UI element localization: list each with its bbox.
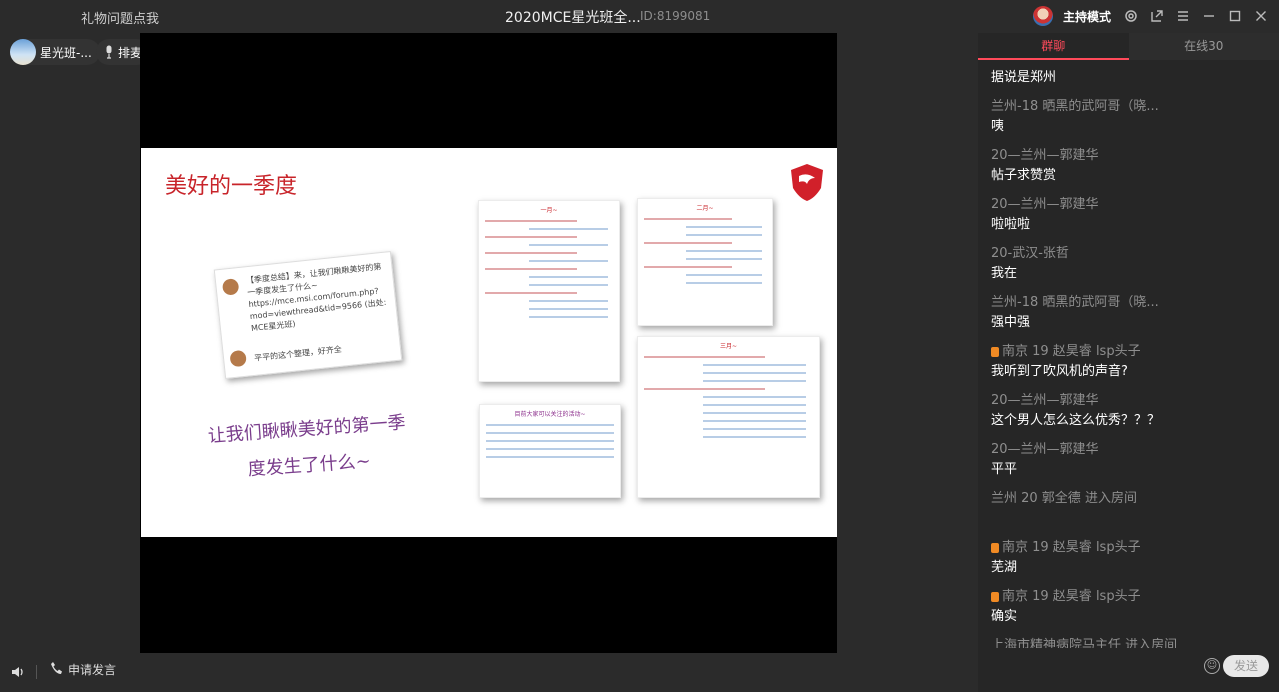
gift-help-link[interactable]: 礼物问题点我 (81, 8, 159, 27)
bear-icon (221, 278, 240, 296)
chat-message: 20—兰州—郭建华 帖子求赞赏 (991, 146, 1279, 195)
tab-online-users[interactable]: 在线30 (1128, 33, 1279, 60)
chat-text: 这个男人怎么这么优秀？？？ (991, 413, 1161, 428)
chat-username[interactable]: 兰州-18 晒黑的武阿哥（晓... (991, 97, 1279, 117)
chat-message: 20—兰州—郭建华 这个男人怎么这么优秀？？？ (991, 391, 1279, 440)
apply-to-speak-button[interactable]: 申请发言 (50, 661, 116, 678)
chat-message: 兰州-18 晒黑的武阿哥（晓... 强中强 (991, 293, 1279, 342)
chat-text: 我听到了吹风机的声音? (991, 364, 1128, 379)
chat-input-area: ☺ 发送 (978, 648, 1279, 692)
slide-title: 美好的一季度 (165, 174, 298, 199)
apply-to-speak-label: 申请发言 (68, 663, 117, 677)
system-notice: 上海市精神病院马主任 进入房间 (991, 638, 1178, 648)
chat-text: 咦 (991, 119, 1005, 134)
card-title: 一月~ (540, 207, 558, 214)
card-title: 目前大家可以关注的活动~ (514, 411, 586, 418)
window-controls: 主持模式 (1032, 4, 1269, 28)
volume-icon[interactable] (10, 664, 26, 684)
settings-icon[interactable] (1123, 8, 1139, 24)
chat-message: 南京 19 赵昊睿 lsp头子 我听到了吹风机的声音? (991, 342, 1279, 391)
chat-message: 兰州-18 晒黑的武阿哥（晓... 咦 (991, 97, 1279, 146)
popout-icon[interactable] (1149, 8, 1165, 24)
bear-icon (229, 349, 247, 368)
chat-text: 芜湖 (991, 560, 1018, 575)
chat-username[interactable]: 20—兰州—郭建华 (991, 440, 1279, 460)
month-card-march: 三月~ (637, 336, 820, 498)
chat-text: 帖子求赞赏 (991, 168, 1057, 183)
emoji-icon[interactable]: ☺ (1204, 658, 1220, 674)
chat-username[interactable]: 南京 19 赵昊睿 lsp头子 (1002, 589, 1141, 604)
minimize-icon[interactable] (1201, 8, 1217, 24)
chat-message: 20—兰州—郭建华 平平 (991, 440, 1279, 489)
note-text: 【季度总结】来，让我们瞅瞅美好的第一季度发生了什么~ https://mce.m… (245, 262, 387, 333)
host-avatar[interactable] (1032, 6, 1053, 26)
chat-message: 南京 19 赵昊睿 lsp头子 确实 (991, 587, 1279, 636)
medal-icon (991, 591, 999, 602)
chat-text: 平平 (991, 462, 1018, 477)
chat-text: 确实 (991, 609, 1018, 624)
medal-icon (991, 542, 999, 553)
send-button[interactable]: 发送 (1223, 655, 1269, 677)
chat-username[interactable]: 兰州-18 晒黑的武阿哥（晓... (991, 293, 1279, 313)
tab-group-chat[interactable]: 群聊 (978, 33, 1129, 60)
close-icon[interactable] (1253, 8, 1269, 24)
shared-slide: 美好的一季度 【季度总结】来，让我们瞅瞅美好的第一季度发生了什么~ https:… (141, 148, 837, 537)
chat-message: 20-武汉-张哲 我在 (991, 244, 1279, 293)
chat-username[interactable]: 20-武汉-张哲 (991, 244, 1279, 264)
medal-icon (991, 346, 999, 357)
chat-tabs: 群聊 在线30 (978, 33, 1279, 60)
chat-text: 强中强 (991, 315, 1031, 330)
chat-username[interactable]: 20—兰州—郭建华 (991, 195, 1279, 215)
room-id: ID:8199081 (640, 9, 711, 23)
room-owner-chip[interactable]: 星光班-... (10, 39, 100, 65)
chat-message-list[interactable]: 据说是郑州 兰州-18 晒黑的武阿哥（晓... 咦 20—兰州—郭建华 帖子求赞… (978, 60, 1279, 648)
stage-bottom-bar: 申请发言 (0, 653, 978, 692)
chat-text: 啦啦啦 (991, 217, 1031, 232)
phone-icon (50, 661, 64, 678)
forum-note-card: 【季度总结】来，让我们瞅瞅美好的第一季度发生了什么~ https://mce.m… (213, 250, 403, 380)
maximize-icon[interactable] (1227, 8, 1243, 24)
chat-username[interactable]: 20—兰州—郭建华 (991, 146, 1279, 166)
month-card-january: 一月~ (478, 200, 620, 382)
chat-username[interactable]: 南京 19 赵昊睿 lsp头子 (1002, 344, 1141, 359)
card-title: 二月~ (696, 205, 714, 212)
system-notice: 兰州 20 郭全德 进入房间 (991, 491, 1137, 506)
chat-text: 我在 (991, 266, 1018, 281)
chat-input[interactable] (988, 654, 1198, 680)
owner-avatar (10, 39, 36, 65)
mic-queue-label: 排麦 (118, 45, 143, 60)
divider (36, 665, 37, 679)
menu-icon[interactable] (1175, 8, 1191, 24)
note-sign: 平平的这个整理，好齐全 (253, 344, 343, 363)
chat-text: 据说是郑州 (991, 70, 1057, 85)
chat-username[interactable]: 20—兰州—郭建华 (991, 391, 1279, 411)
chat-message: 20—兰州—郭建华 啦啦啦 (991, 195, 1279, 244)
chat-username[interactable]: 南京 19 赵昊睿 lsp头子 (1002, 540, 1141, 555)
owner-name: 星光班-... (40, 45, 92, 60)
month-card-february: 二月~ (637, 198, 773, 326)
slide-caption: 让我们瞅瞅美好的第一季度发生了什么~ (207, 412, 407, 481)
events-card: 目前大家可以关注的活动~ (479, 404, 621, 498)
msi-dragon-logo (791, 164, 823, 201)
chat-message: 南京 19 赵昊睿 lsp头子 芜湖 (991, 538, 1279, 587)
title-bar: 礼物问题点我 2020MCE星光班全... ID:8199081 主持模式 (0, 0, 1279, 33)
chat-panel: 群聊 在线30 据说是郑州 兰州-18 晒黑的武阿哥（晓... 咦 20—兰州—… (978, 33, 1279, 692)
card-title: 三月~ (719, 343, 738, 350)
chat-message: 据说是郑州 (991, 60, 1279, 97)
host-mode-label[interactable]: 主持模式 (1063, 8, 1111, 25)
microphone-icon (104, 45, 114, 59)
stage-area: 星光班-... 排麦 美好的一季度 【季度总结】来，让我们瞅瞅美好的第一季度发生… (0, 33, 978, 692)
room-title: 2020MCE星光班全... (505, 10, 641, 26)
chat-username (991, 60, 1279, 68)
